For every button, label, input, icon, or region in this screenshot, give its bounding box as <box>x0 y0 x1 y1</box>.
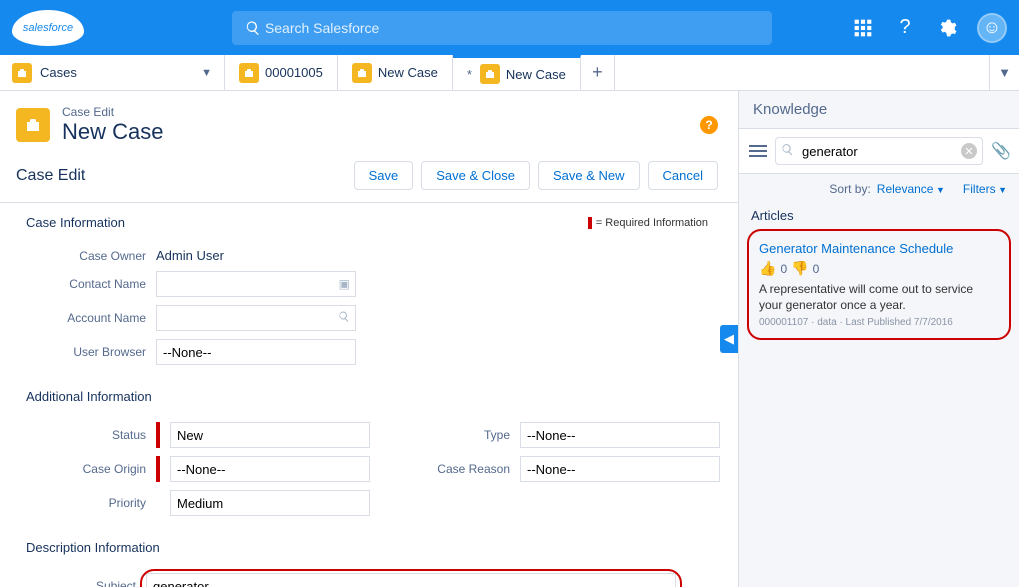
thumbs-up-icon[interactable]: 👍 <box>759 260 776 277</box>
description-grid: Subject <box>0 561 738 587</box>
article-title-link[interactable]: Generator Maintenance Schedule <box>759 241 999 256</box>
form-top-bar: Case Edit Save Save & Close Save & New C… <box>0 155 738 203</box>
main-content: Case Edit New Case ? Case Edit Save Save… <box>0 91 1019 587</box>
label-status: Status <box>26 428 146 442</box>
label-account-name: Account Name <box>26 311 146 325</box>
thumbs-down-icon[interactable]: 👎 <box>791 260 808 277</box>
label-type: Type <box>410 428 510 442</box>
case-origin-select[interactable]: --None-- <box>170 456 370 482</box>
header-actions: ? ☺ <box>851 13 1007 43</box>
search-icon <box>781 143 794 159</box>
cancel-button[interactable]: Cancel <box>648 161 718 190</box>
knowledge-menu-icon[interactable] <box>749 145 767 157</box>
article-meta: 000001107 · data · Last Published 7/7/20… <box>759 317 999 328</box>
panel-collapse-button[interactable]: ◀ <box>720 325 738 353</box>
logo-wrap: salesforce <box>12 10 232 46</box>
global-search[interactable] <box>232 11 772 45</box>
label-user-browser: User Browser <box>26 345 146 359</box>
salesforce-logo[interactable]: salesforce <box>12 10 84 46</box>
page-title: New Case <box>62 119 163 145</box>
filters-dropdown[interactable]: Filters ▼ <box>963 182 1007 196</box>
chevron-down-icon[interactable]: ▼ <box>201 67 212 79</box>
logo-text: salesforce <box>23 22 73 34</box>
articles-heading: Articles <box>739 204 1019 229</box>
form-buttons: Save Save & Close Save & New Cancel <box>354 161 718 190</box>
form-title: Case Edit <box>16 167 85 185</box>
case-icon <box>12 63 32 83</box>
save-button[interactable]: Save <box>354 161 414 190</box>
type-select[interactable]: --None-- <box>520 422 720 448</box>
required-bar <box>156 422 160 448</box>
case-reason-select[interactable]: --None-- <box>520 456 720 482</box>
app-launcher-icon[interactable] <box>851 16 875 40</box>
page-header-text: Case Edit New Case <box>62 105 163 145</box>
sort-by-label: Sort by: <box>829 182 870 196</box>
value-case-owner: Admin User <box>156 248 224 263</box>
case-edit-pane: Case Edit New Case ? Case Edit Save Save… <box>0 91 739 587</box>
case-icon <box>239 63 259 83</box>
label-case-owner: Case Owner <box>26 249 146 263</box>
article-card: Generator Maintenance Schedule 👍 0 👎 0 A r… <box>747 229 1011 340</box>
label-case-reason: Case Reason <box>410 462 510 476</box>
label-contact-name: Contact Name <box>26 277 146 291</box>
knowledge-search: ✕ <box>775 137 983 165</box>
new-tab-button[interactable]: + <box>581 55 615 90</box>
label-case-origin: Case Origin <box>26 462 146 476</box>
up-count: 0 <box>780 262 787 276</box>
case-icon <box>480 64 500 84</box>
setup-gear-icon[interactable] <box>935 16 959 40</box>
label-subject: Subject <box>26 579 136 587</box>
sort-by-dropdown[interactable]: Relevance ▼ <box>877 182 945 196</box>
article-description: A representative will come out to servic… <box>759 281 999 313</box>
global-header: salesforce ? ☺ <box>0 0 1019 55</box>
page-header: Case Edit New Case ? <box>0 91 738 155</box>
case-icon <box>16 108 50 142</box>
label-priority: Priority <box>26 496 146 510</box>
global-search-wrap <box>232 11 772 45</box>
object-tab-cases[interactable]: Cases ▼ <box>0 55 225 90</box>
priority-select[interactable]: Medium <box>170 490 370 516</box>
save-close-button[interactable]: Save & Close <box>421 161 530 190</box>
knowledge-filters: Sort by: Relevance ▼ Filters ▼ <box>739 174 1019 204</box>
account-name-input[interactable] <box>156 305 356 331</box>
knowledge-toolbar: ✕ 📎 <box>739 129 1019 174</box>
required-note: = Required Information <box>588 203 738 229</box>
context-help-icon[interactable]: ? <box>700 116 718 134</box>
down-count: 0 <box>813 262 820 276</box>
knowledge-panel: Knowledge ✕ 📎 Sort by: Relevance ▼ Filte… <box>739 91 1019 587</box>
case-information-grid: Case Owner Admin User Contact Name ▣ Acc… <box>0 236 738 377</box>
contact-name-input[interactable] <box>156 271 356 297</box>
tab-00001005[interactable]: 00001005 <box>225 55 338 90</box>
section-additional-information: Additional Information <box>0 377 738 410</box>
search-icon[interactable] <box>338 311 350 326</box>
search-icon <box>242 16 265 40</box>
breadcrumb: Case Edit <box>62 105 163 119</box>
save-new-button[interactable]: Save & New <box>538 161 640 190</box>
subject-input[interactable] <box>146 573 676 587</box>
lookup-icon[interactable]: ▣ <box>339 277 350 291</box>
workspace-tabs: Cases ▼ 00001005 New Case * New Case + ▼ <box>0 55 1019 91</box>
knowledge-search-input[interactable] <box>775 137 983 165</box>
knowledge-header: Knowledge <box>739 91 1019 129</box>
tabs-overflow-button[interactable]: ▼ <box>989 55 1019 90</box>
attach-icon[interactable]: 📎 <box>991 141 1009 161</box>
tab-new-case-2[interactable]: * New Case <box>453 55 581 90</box>
additional-information-grid: Status New Type --None-- Case Origin --N… <box>0 410 738 528</box>
tab-label: New Case <box>378 65 438 80</box>
help-icon[interactable]: ? <box>893 16 917 40</box>
clear-search-icon[interactable]: ✕ <box>961 143 977 159</box>
tab-new-case-1[interactable]: New Case <box>338 55 453 90</box>
tab-label: New Case <box>506 67 566 82</box>
user-avatar[interactable]: ☺ <box>977 13 1007 43</box>
status-select[interactable]: New <box>170 422 370 448</box>
section-description-information: Description Information <box>0 528 738 561</box>
tab-label: 00001005 <box>265 65 323 80</box>
required-bar <box>156 456 160 482</box>
user-browser-select[interactable]: --None-- <box>156 339 356 365</box>
global-search-input[interactable] <box>265 20 762 36</box>
unsaved-indicator-icon: * <box>467 67 472 82</box>
case-icon <box>352 63 372 83</box>
object-tab-label: Cases <box>40 65 77 80</box>
article-votes: 👍 0 👎 0 <box>759 260 999 277</box>
